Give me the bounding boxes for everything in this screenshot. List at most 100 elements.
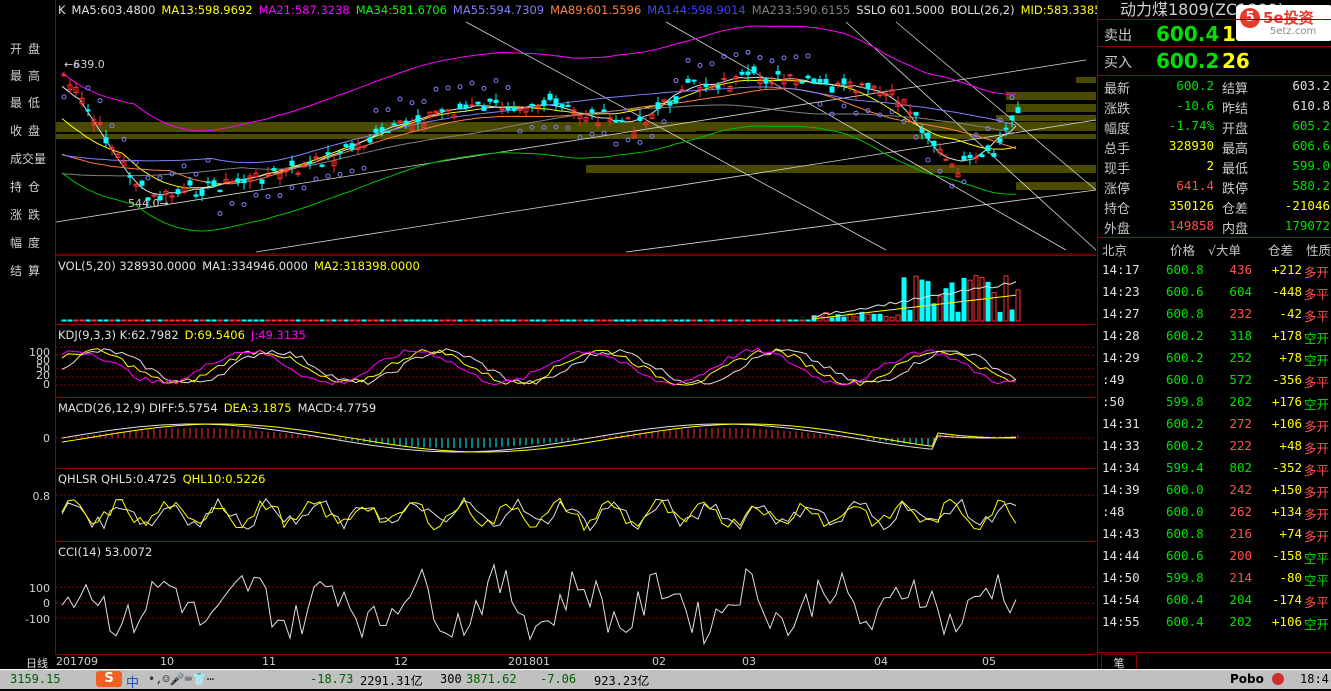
x-axis-label: 05 (982, 655, 996, 668)
cci-level-label: -100 (25, 613, 50, 626)
ime-tools-icons[interactable]: •,☺🎤⌨👕⋯ (148, 672, 214, 686)
quote-row: 最新 600.2 结算 603.2 (1098, 78, 1331, 98)
tick-volume: 200 (1229, 548, 1252, 563)
candle (373, 128, 379, 133)
tick-row[interactable]: 14:44 600.6 200 -158 空平 (1098, 548, 1331, 570)
tick-nature: 空开 (1304, 617, 1330, 632)
qhlsr-chart[interactable] (56, 469, 1096, 541)
volume-bar (991, 292, 997, 322)
alert-icon[interactable] (1272, 673, 1284, 685)
volume-bar (337, 319, 343, 322)
volume-bar (241, 319, 247, 322)
ime-logo-icon[interactable]: S (96, 671, 122, 687)
ask-row: 卖出 600.4 1 (1104, 22, 1236, 46)
tick-row[interactable]: 14:55 600.4 202 +106 空开 (1098, 614, 1331, 636)
kdj-chart[interactable] (56, 325, 1096, 397)
tick-time: 14:43 (1102, 526, 1140, 541)
sar-dot (229, 201, 235, 207)
tick-row[interactable]: :48 600.0 262 +134 多开 (1098, 504, 1331, 526)
tick-price: 599.8 (1166, 394, 1204, 409)
tick-price: 600.0 (1166, 504, 1204, 519)
macd-chart[interactable] (56, 398, 1096, 468)
tick-row[interactable]: 14:23 600.6 604 -448 多平 (1098, 284, 1331, 306)
tick-row[interactable]: 14:29 600.2 252 +78 空开 (1098, 350, 1331, 372)
volume-panel[interactable]: VOL(5,20) 328930.0000 MA1:334946.0000 MA2:… (56, 256, 1096, 325)
volume-bar (751, 319, 757, 322)
ime-mode[interactable]: 中 (126, 672, 139, 691)
tick-row[interactable]: 14:54 600.4 204 -174 多平 (1098, 592, 1331, 614)
kdj-panel[interactable]: KDJ(9,3,3) K:62.7982 D:69.5406 J:49.3135 (56, 325, 1096, 398)
candle (289, 160, 295, 167)
tick-row[interactable]: 14:50 599.8 214 -80 空平 (1098, 570, 1331, 592)
bid-qty: 26 (1222, 49, 1250, 73)
tick-row[interactable]: 14:28 600.2 318 +178 空开 (1098, 328, 1331, 350)
volume-bar (733, 319, 739, 322)
indicator-line (61, 348, 1017, 387)
tick-row[interactable]: 14:33 600.2 222 +48 多开 (1098, 438, 1331, 460)
sar-dot (673, 78, 679, 84)
tick-time: 14:50 (1102, 570, 1140, 585)
volume-bar (169, 319, 175, 322)
x-axis-label: 12 (394, 655, 408, 668)
tick-oi-change: +74 (1279, 526, 1302, 541)
quote-value: 600.2 (1176, 78, 1214, 93)
price-band (1006, 92, 1096, 100)
tick-row[interactable]: 14:39 600.0 242 +150 多开 (1098, 482, 1331, 504)
volume-bar (841, 316, 847, 322)
sar-dot (385, 107, 391, 113)
candle (463, 104, 469, 109)
cci-chart[interactable] (56, 542, 1096, 654)
volume-bar (481, 319, 487, 322)
volume-bar (343, 319, 349, 322)
volume-bar (901, 277, 907, 322)
volume-chart[interactable] (56, 256, 1096, 324)
volume-bar (457, 319, 463, 322)
tick-row[interactable]: :49 600.0 572 -356 多平 (1098, 372, 1331, 394)
quote-label: 内盘 (1222, 222, 1249, 237)
candle (487, 98, 493, 102)
candle (385, 131, 391, 134)
tick-nature: 空平 (1304, 573, 1330, 588)
candle (271, 168, 277, 171)
tick-row[interactable]: 14:34 599.4 802 -352 多平 (1098, 460, 1331, 482)
price-band (1076, 77, 1096, 83)
sar-dot (805, 53, 811, 59)
tick-oi-change: -356 (1271, 372, 1302, 387)
qhlsr-panel[interactable]: QHLSR QHL5:0.4725 QHL10:0.5226 (56, 469, 1096, 542)
volume-bar (571, 319, 577, 322)
volume-bar (607, 319, 613, 322)
kline-panel[interactable]: K MA5:603.4800 MA13:598.9692 MA21:587.3238 M… (56, 0, 1145, 256)
volume-bar (499, 319, 505, 322)
quote-row: 现手 2 最低 599.0 (1098, 158, 1331, 178)
tick-time: 14:17 (1102, 262, 1140, 277)
tick-row[interactable]: 14:31 600.2 272 +106 多开 (1098, 416, 1331, 438)
tick-price: 600.6 (1166, 284, 1204, 299)
candle (961, 155, 967, 161)
kdj-level-label: 0 (43, 378, 50, 391)
volume-bar (907, 309, 913, 322)
tick-row[interactable]: 14:17 600.8 436 +212 多开 (1098, 262, 1331, 284)
cci-panel[interactable]: CCI(14) 53.0072 (56, 542, 1096, 655)
tick-price: 600.0 (1166, 372, 1204, 387)
volume-bar (781, 319, 787, 322)
tick-row[interactable]: 14:27 600.8 232 -42 多平 (1098, 306, 1331, 328)
tab-ticks[interactable]: 笔 (1101, 654, 1137, 670)
tick-time: :48 (1102, 504, 1125, 519)
kline-chart[interactable] (56, 0, 1096, 255)
tick-row[interactable]: :50 599.8 202 +176 空开 (1098, 394, 1331, 416)
volume-bar (385, 319, 391, 322)
candle (325, 152, 331, 155)
tick-oi-change: -80 (1279, 570, 1302, 585)
quote-row: 涨跌 -10.6 昨结 610.8 (1098, 98, 1331, 118)
volume-bar (559, 319, 565, 322)
macd-panel[interactable]: MACD(26,12,9) DIFF:5.5754 DEA:3.1875 MACD:… (56, 398, 1096, 469)
volume-bar (613, 319, 619, 322)
tick-nature: 空开 (1304, 331, 1330, 346)
chart-pane[interactable]: K MA5:603.4800 MA13:598.9692 MA21:587.3238 M… (56, 0, 1145, 655)
tick-row[interactable]: 14:43 600.8 216 +74 多开 (1098, 526, 1331, 548)
volume-bar (451, 319, 457, 322)
candle (817, 79, 823, 83)
volume-bar (427, 319, 433, 322)
sar-dot (301, 185, 307, 191)
volume-bar (1003, 275, 1009, 322)
